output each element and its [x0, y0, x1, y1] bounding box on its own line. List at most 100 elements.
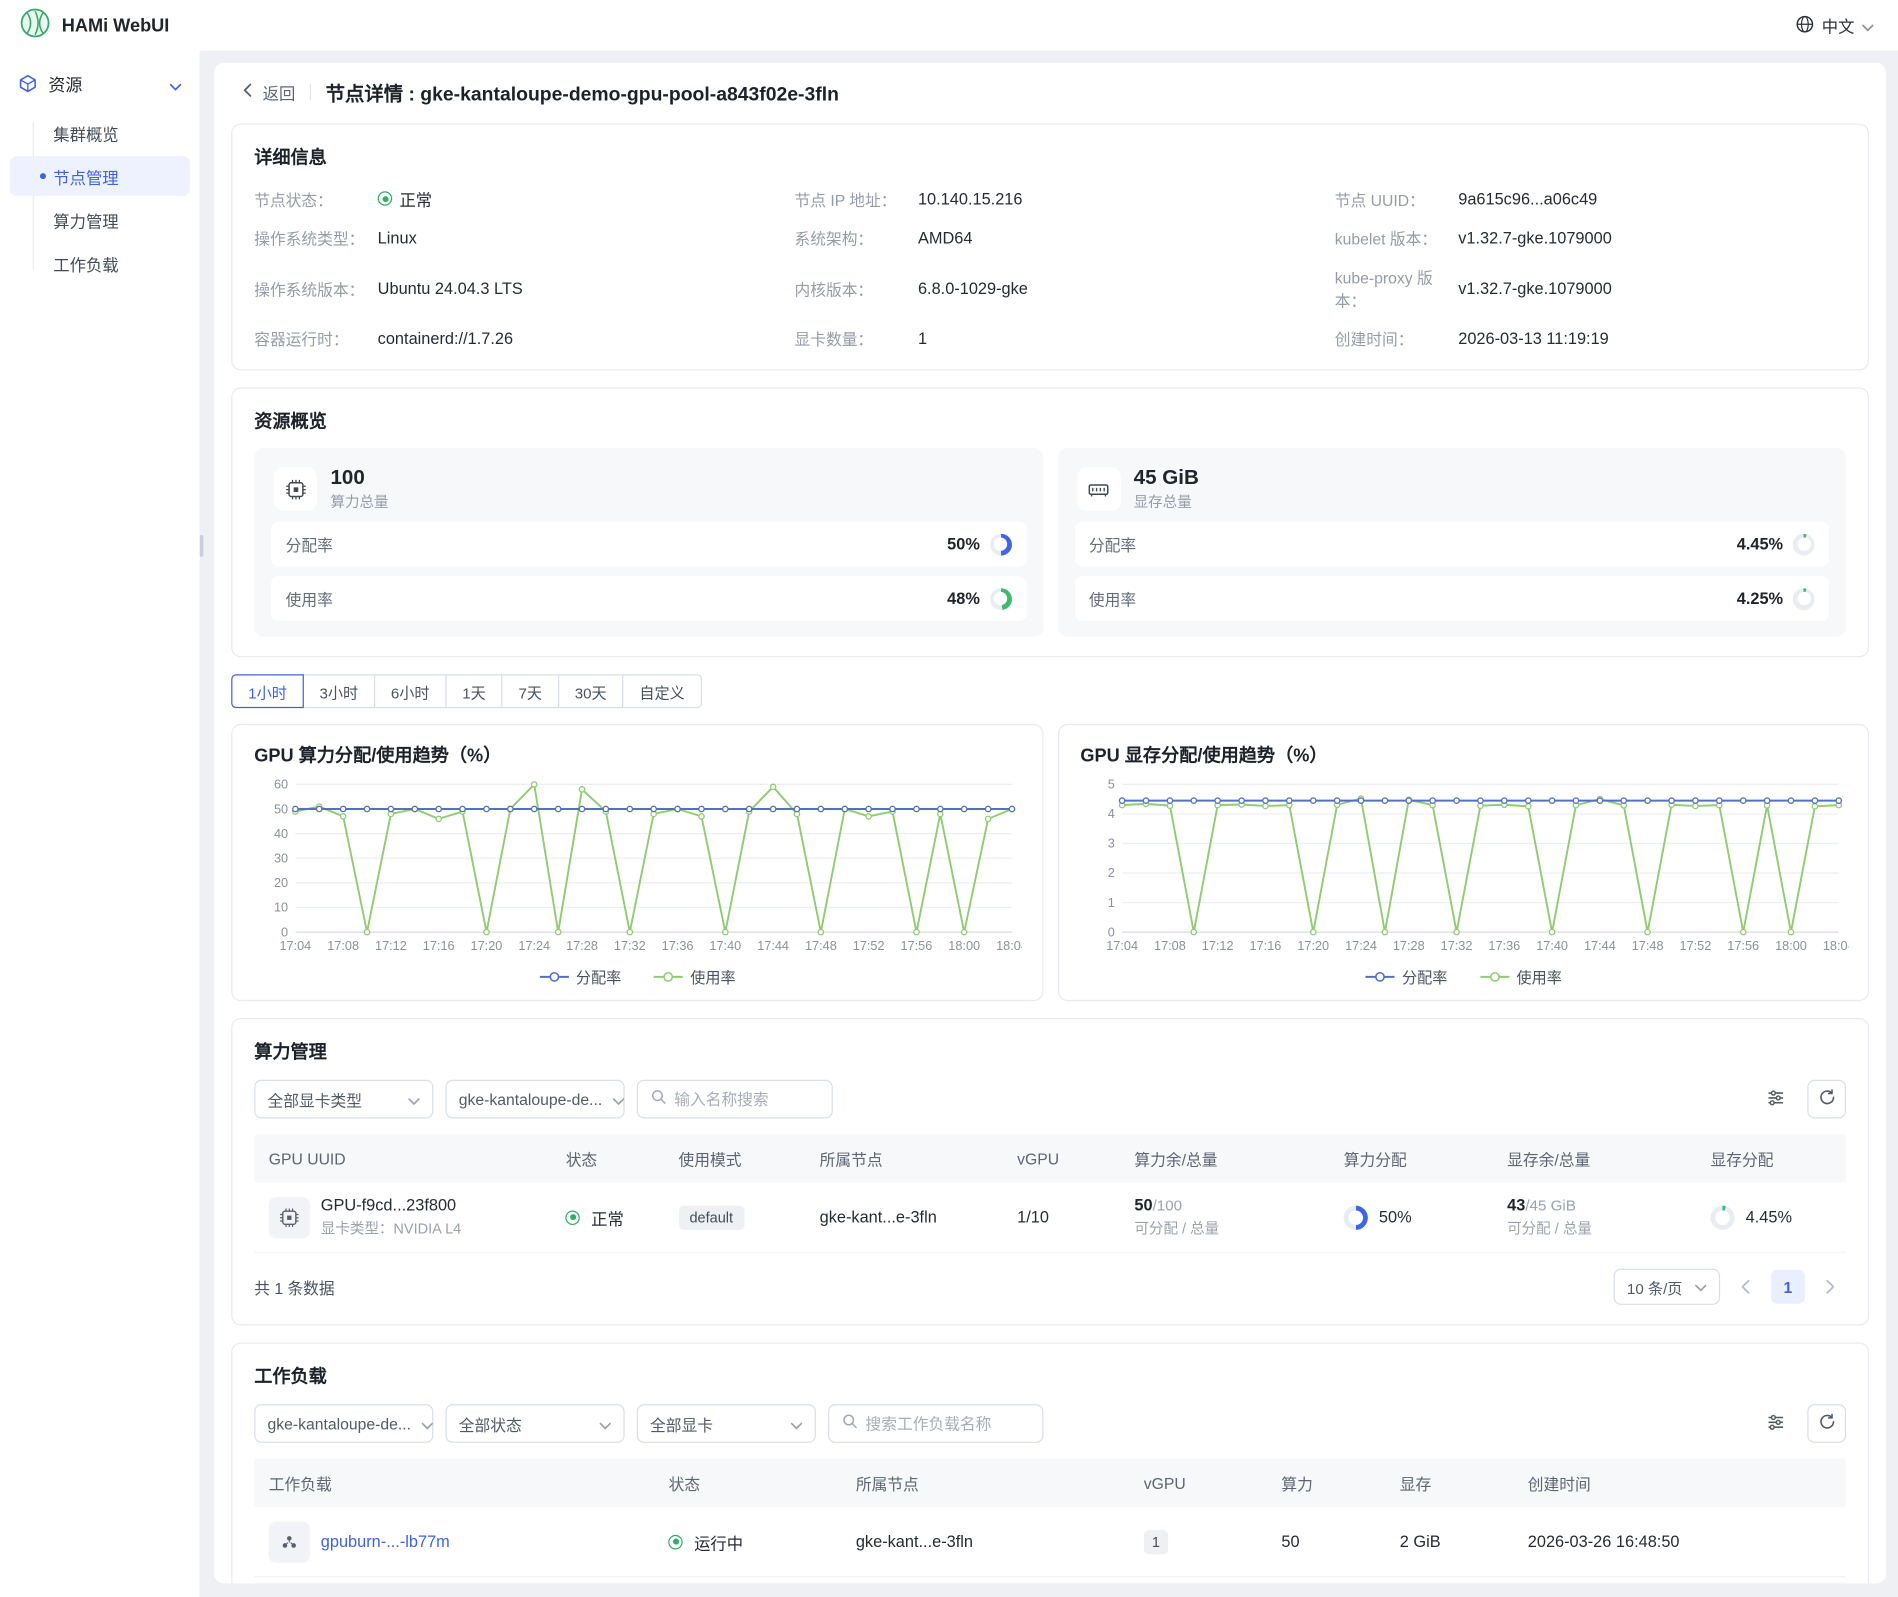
gpu-vgpu: 1/10	[1003, 1199, 1120, 1237]
gpu-search-input[interactable]	[674, 1091, 819, 1109]
chart-title: GPU 算力分配/使用趋势（%）	[254, 743, 1020, 768]
workload-node-select[interactable]: gke-kantaloupe-de...	[254, 1405, 433, 1444]
mem-free: 43	[1507, 1196, 1525, 1214]
svg-text:0: 0	[1107, 925, 1114, 940]
memory-total-panel: 45 GiB 显存总量 分配率 4.45% 使用率 4.25%	[1057, 448, 1846, 637]
svg-text:17:48: 17:48	[1631, 939, 1663, 954]
gpu-type-select[interactable]: 全部显卡类型	[254, 1080, 433, 1119]
workload-status-select[interactable]: 全部状态	[445, 1405, 624, 1444]
workload-search-input[interactable]	[866, 1415, 1031, 1433]
sidebar-group-resources[interactable]: 资源	[0, 61, 200, 109]
svg-text:0: 0	[281, 925, 288, 940]
legend-item[interactable]: 分配率	[1365, 965, 1448, 988]
usage-donut	[990, 588, 1012, 610]
compute-total-caption: 算力总量	[330, 492, 388, 513]
svg-text:50: 50	[274, 802, 288, 817]
language-selector[interactable]: 中文	[1795, 13, 1874, 37]
usage-donut	[1793, 588, 1815, 610]
workload-card-select[interactable]: 全部显卡	[637, 1405, 816, 1444]
tab-30d[interactable]: 30天	[558, 675, 624, 709]
detail-grid: 节点状态：正常 节点 IP 地址：10.140.15.216 节点 UUID：9…	[254, 186, 1846, 349]
legend-item[interactable]: 使用率	[653, 965, 736, 988]
tab-custom[interactable]: 自定义	[622, 675, 701, 709]
chevron-down-icon	[408, 1091, 420, 1109]
svg-text:4: 4	[1107, 807, 1114, 822]
compute-filters: 全部显卡类型 gke-kantaloupe-de...	[254, 1080, 1846, 1119]
table-row[interactable]: GPU-f9cd...23f800 显卡类型：NVIDIA L4 正常 defa…	[254, 1183, 1846, 1253]
back-button[interactable]: 返回	[238, 80, 295, 104]
svg-text:17:24: 17:24	[518, 939, 550, 954]
tab-7d[interactable]: 7天	[502, 675, 559, 709]
page-number-1[interactable]: 1	[1771, 1270, 1805, 1304]
workload-search	[828, 1405, 1043, 1444]
language-label: 中文	[1822, 13, 1855, 37]
page-header: 返回 节点详情 : gke-kantaloupe-demo-gpu-pool-a…	[231, 63, 1869, 121]
workload-node: gke-kant...e-3fln	[841, 1523, 1129, 1561]
tab-1d[interactable]: 1天	[445, 675, 502, 709]
workload-filters: gke-kantaloupe-de... 全部状态 全部显卡	[254, 1405, 1846, 1444]
column-settings-button[interactable]	[1756, 1080, 1795, 1119]
compute-total-panel: 100 算力总量 分配率 50% 使用率 48%	[254, 448, 1043, 637]
tab-3h[interactable]: 3小时	[303, 675, 376, 709]
chart-legend: 分配率 使用率	[254, 965, 1020, 988]
page-title: 节点详情 : gke-kantaloupe-demo-gpu-pool-a843…	[326, 77, 839, 106]
section-title: 工作负载	[254, 1363, 1846, 1388]
brand: HAMi WebUI	[19, 7, 169, 45]
compute-alloc-pct: 50%	[1379, 1209, 1412, 1227]
workload-name-link[interactable]: gpuburn-...-lb77m	[321, 1533, 450, 1551]
sidebar-group-label: 资源	[48, 73, 82, 97]
svg-text:17:08: 17:08	[327, 939, 359, 954]
mem-alloc-pct: 4.45%	[1746, 1209, 1792, 1227]
mem-total: /45 GiB	[1525, 1198, 1575, 1215]
sidebar-item-cluster-overview[interactable]: 集群概览	[10, 113, 190, 153]
tab-6h[interactable]: 6小时	[374, 675, 447, 709]
gpu-card-type: 显卡类型：NVIDIA L4	[321, 1218, 461, 1239]
svg-text:17:56: 17:56	[1727, 939, 1759, 954]
tab-1h[interactable]: 1小时	[231, 675, 304, 709]
svg-text:17:08: 17:08	[1153, 939, 1185, 954]
svg-text:17:04: 17:04	[1106, 939, 1138, 954]
workloads-section: 工作负载 gke-kantaloupe-de... 全部状态 全部显卡	[231, 1343, 1869, 1583]
back-arrow-icon	[238, 81, 256, 103]
sidebar-item-workloads[interactable]: 工作负载	[10, 243, 190, 283]
compute-trend-chart[interactable]: 010203040506017:0417:0817:1217:1617:2017…	[254, 778, 1020, 963]
prev-page-button[interactable]	[1730, 1271, 1761, 1302]
detail-field: 节点 IP 地址：10.140.15.216	[794, 186, 1305, 210]
page-size-select[interactable]: 10 条/页	[1614, 1269, 1721, 1305]
svg-text:18:04: 18:04	[996, 939, 1022, 954]
sidebar-item-compute-management[interactable]: 算力管理	[10, 200, 190, 240]
column-settings-icon	[1766, 1088, 1785, 1111]
node-select[interactable]: gke-kantaloupe-de...	[445, 1080, 624, 1119]
refresh-button[interactable]	[1807, 1080, 1846, 1119]
workload-memory: 2 GiB	[1385, 1523, 1513, 1561]
search-icon	[841, 1413, 858, 1436]
compute-total: /100	[1153, 1198, 1182, 1215]
svg-text:18:00: 18:00	[1774, 939, 1806, 954]
detail-field: 节点 UUID：9a615c96...a06c49	[1335, 186, 1846, 210]
legend-item[interactable]: 使用率	[1479, 965, 1562, 988]
table-row[interactable]: gpuburn-...-lb77m 运行中 gke-kant...e-3fln …	[254, 1508, 1846, 1578]
status-badge: 运行中	[654, 1520, 841, 1564]
compute-alloc-donut	[1344, 1206, 1368, 1230]
resource-overview-section: 资源概览 100 算力总量 分配率	[231, 387, 1869, 657]
svg-text:17:28: 17:28	[566, 939, 598, 954]
sidebar-item-label: 算力管理	[53, 208, 118, 232]
legend-item[interactable]: 分配率	[538, 965, 621, 988]
section-title: 算力管理	[254, 1039, 1846, 1064]
workload-compute: 50	[1267, 1523, 1385, 1561]
column-settings-button[interactable]	[1756, 1405, 1795, 1444]
sidebar-item-node-management[interactable]: 节点管理	[10, 156, 190, 196]
detail-field: 系统架构：AMD64	[794, 226, 1305, 249]
gpu-table: GPU UUID 状态 使用模式 所属节点 vGPU 算力余/总量 算力分配 显…	[254, 1135, 1846, 1306]
chevron-down-icon	[169, 75, 181, 94]
sidebar-resize-handle[interactable]	[200, 535, 204, 557]
refresh-button[interactable]	[1807, 1405, 1846, 1444]
workload-created: 2026-03-26 16:48:50	[1513, 1523, 1846, 1561]
detail-field: kube-proxy 版本：v1.32.7-gke.1079000	[1335, 265, 1846, 311]
svg-text:18:04: 18:04	[1822, 939, 1848, 954]
allocation-rate-row: 分配率 4.45%	[1074, 522, 1829, 567]
svg-text:17:04: 17:04	[279, 939, 311, 954]
next-page-button[interactable]	[1815, 1271, 1846, 1302]
memory-trend-chart[interactable]: 01234517:0417:0817:1217:1617:2017:2417:2…	[1080, 778, 1846, 963]
mode-badge: default	[679, 1206, 744, 1230]
